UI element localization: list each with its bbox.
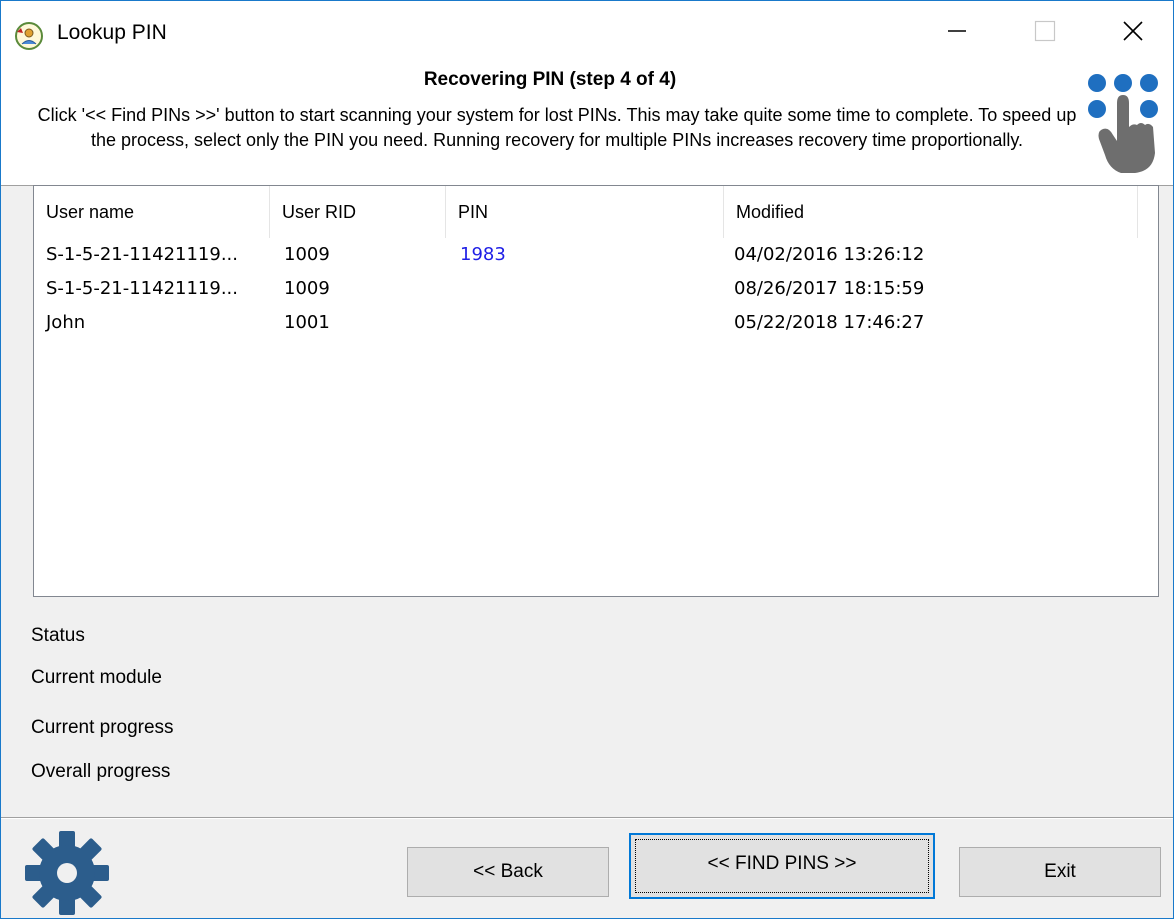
status-label: Status xyxy=(31,625,85,646)
window-title: Lookup PIN xyxy=(57,21,167,44)
column-header-user-rid[interactable]: User RID xyxy=(270,186,446,238)
title-bar[interactable]: Lookup PIN xyxy=(1,1,1173,61)
gear-icon xyxy=(25,831,109,915)
close-icon xyxy=(1123,21,1143,41)
app-icon xyxy=(15,22,43,50)
cell-user-name: S-1-5-21-11421119... xyxy=(46,278,238,299)
table-row[interactable]: S-1-5-21-11421119... 1009 08/26/2017 18:… xyxy=(34,272,1158,306)
footer-divider xyxy=(1,817,1173,819)
find-pins-button[interactable]: << FIND PINS >> xyxy=(629,833,935,899)
cell-user-rid: 1009 xyxy=(284,278,330,299)
exit-button[interactable]: Exit xyxy=(959,847,1161,897)
cell-modified: 04/02/2016 13:26:12 xyxy=(734,244,925,265)
pin-list-view[interactable]: User name User RID PIN Modified S-1-5-21… xyxy=(33,185,1159,597)
column-header-user-name[interactable]: User name xyxy=(34,186,270,238)
minimize-icon xyxy=(948,30,966,32)
step-description: Click '<< Find PINs >>' button to start … xyxy=(37,105,1077,150)
back-button[interactable]: << Back xyxy=(407,847,609,897)
cell-pin: 1983 xyxy=(460,244,506,265)
cell-user-rid: 1001 xyxy=(284,312,330,333)
close-button[interactable] xyxy=(1087,1,1173,61)
cell-user-name: S-1-5-21-11421119... xyxy=(46,244,238,265)
cell-user-name: John xyxy=(46,312,86,333)
current-module-label: Current module xyxy=(31,667,162,688)
column-header-modified[interactable]: Modified xyxy=(724,186,1138,238)
current-progress-label: Current progress xyxy=(31,717,174,738)
touch-pin-icon xyxy=(1088,74,1158,173)
overall-progress-label: Overall progress xyxy=(31,761,171,782)
cell-user-rid: 1009 xyxy=(284,244,330,265)
table-row[interactable]: John 1001 05/22/2018 17:46:27 xyxy=(34,306,1158,340)
list-header: User name User RID PIN Modified xyxy=(34,186,1158,238)
cell-modified: 05/22/2018 17:46:27 xyxy=(734,312,925,333)
minimize-button[interactable] xyxy=(911,1,1003,61)
table-row[interactable]: S-1-5-21-11421119... 1009 1983 04/02/201… xyxy=(34,238,1158,272)
lookup-pin-window: Lookup PIN Recovering PIN (step 4 of 4) … xyxy=(0,0,1174,919)
wizard-header: Recovering PIN (step 4 of 4) Click '<< F… xyxy=(1,61,1173,186)
column-header-pin[interactable]: PIN xyxy=(446,186,724,238)
step-title: Recovering PIN (step 4 of 4) xyxy=(423,69,677,90)
cell-modified: 08/26/2017 18:15:59 xyxy=(734,278,925,299)
maximize-button[interactable] xyxy=(999,1,1091,61)
maximize-icon xyxy=(1034,20,1056,42)
